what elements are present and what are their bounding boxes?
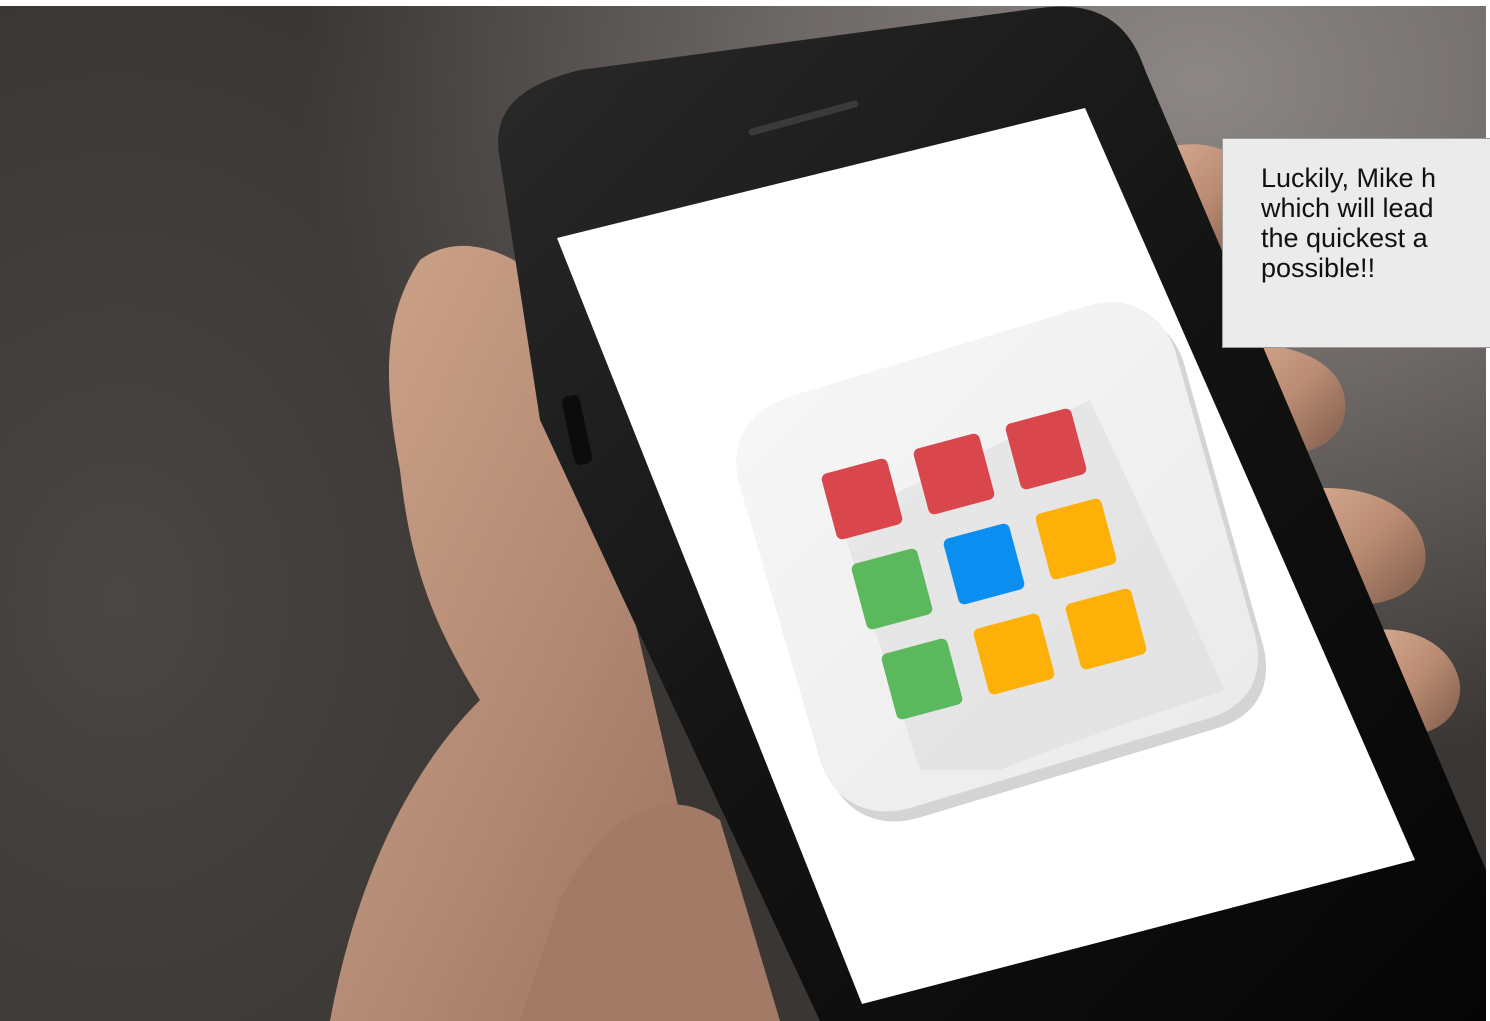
app-tile xyxy=(821,458,903,540)
app-tile xyxy=(973,613,1055,695)
app-tile xyxy=(851,548,933,630)
app-tile xyxy=(1065,588,1147,670)
app-tile xyxy=(913,433,995,515)
speech-text: Luckily, Mike h which will lead the quic… xyxy=(1261,163,1437,283)
app-tile xyxy=(1035,498,1117,580)
app-tile xyxy=(1005,408,1087,490)
app-tile xyxy=(943,523,1025,605)
speech-box: Luckily, Mike h which will lead the quic… xyxy=(1222,138,1490,348)
top-border xyxy=(0,0,1490,6)
app-tile xyxy=(881,638,963,720)
